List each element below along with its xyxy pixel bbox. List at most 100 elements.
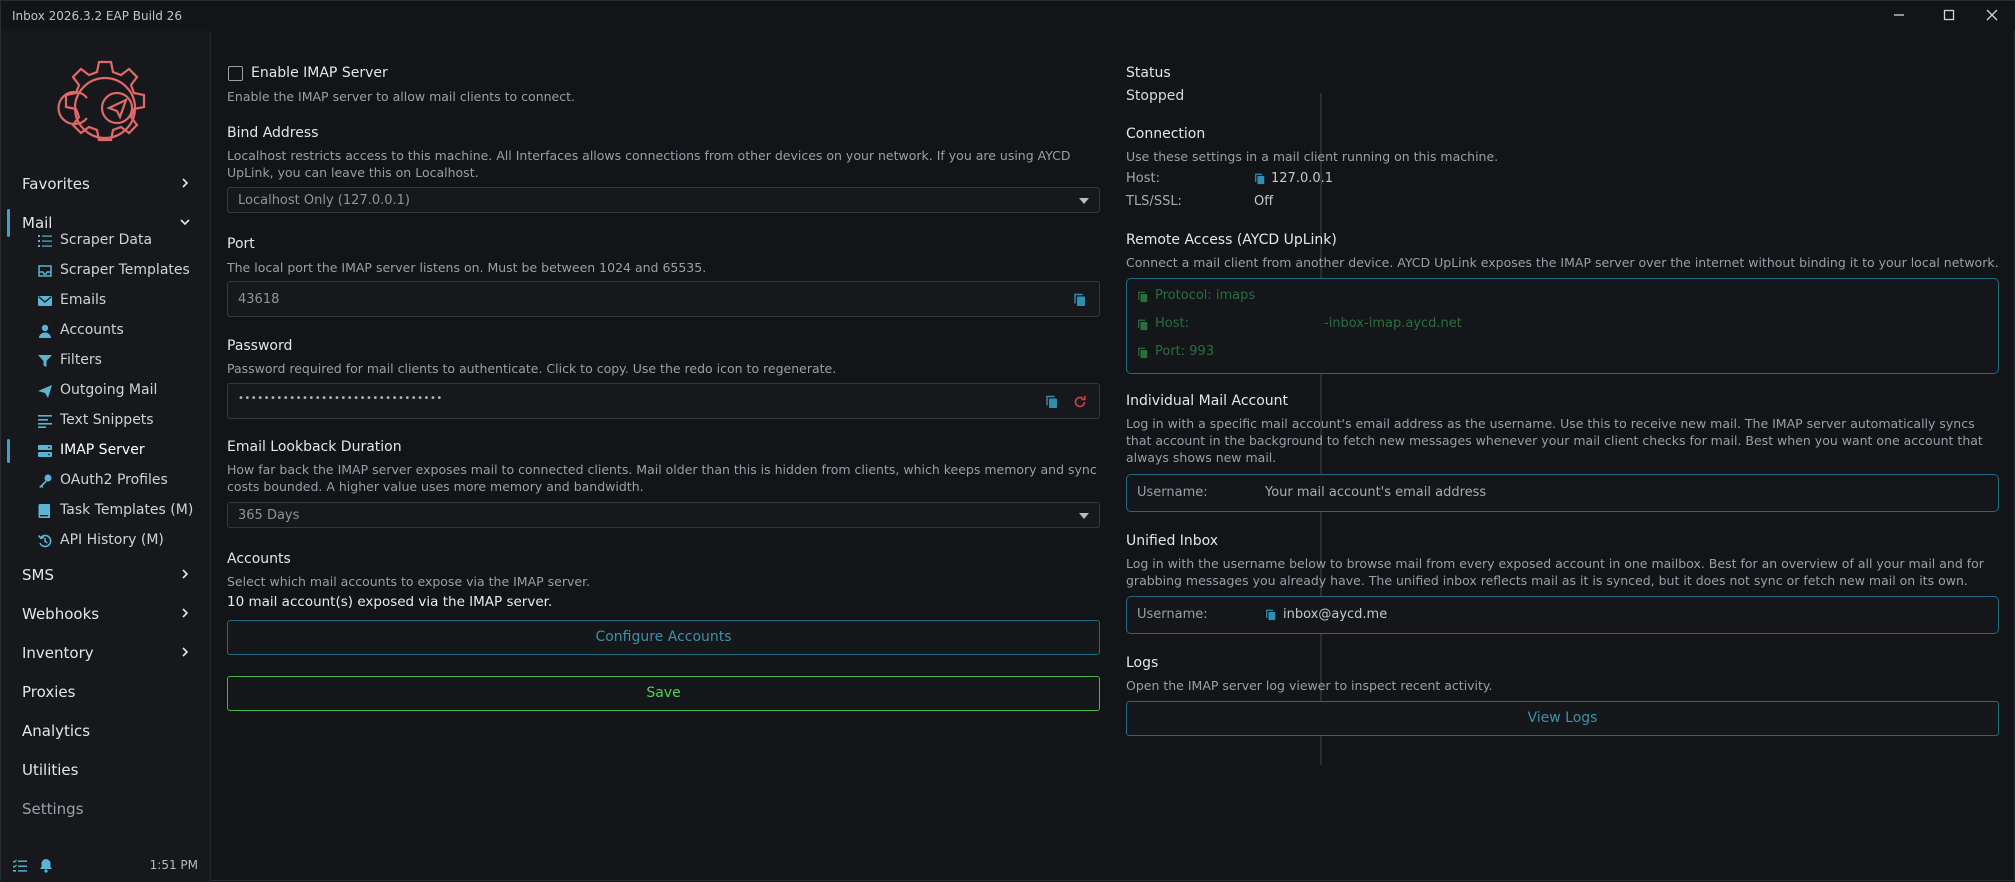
sidebar-item-label: Text Snippets: [60, 412, 154, 428]
password-description: Password required for mail clients to au…: [227, 361, 837, 376]
accounts-count: 10 mail account(s) exposed via the IMAP …: [227, 594, 553, 610]
minimize-icon: [1894, 14, 1904, 16]
copy-icon[interactable]: [1137, 291, 1149, 303]
sidebar-item-outgoing-mail[interactable]: Outgoing Mail: [1, 377, 210, 405]
bell-icon[interactable]: [39, 858, 53, 873]
remote-protocol[interactable]: Protocol: imaps: [1155, 288, 1255, 303]
remote-host-key: Host:: [1155, 316, 1189, 331]
chevron-right-icon: [182, 608, 189, 618]
lookback-value: 365 Days: [238, 508, 300, 523]
nav-proxies-label: Proxies: [22, 683, 76, 701]
sidebar-item-label: Scraper Data: [60, 232, 153, 248]
unified-username-field[interactable]: Username: inbox@aycd.me: [1126, 596, 1999, 634]
sidebar-item-text-snippets[interactable]: Text Snippets: [1, 407, 210, 435]
sidebar-item-label: Accounts: [60, 322, 124, 338]
nav-analytics-label: Analytics: [22, 722, 91, 740]
list-icon: [38, 235, 52, 247]
sidebar-item-label: Task Templates (M): [60, 502, 194, 518]
nav-webhooks[interactable]: Webhooks: [1, 596, 210, 632]
nav-inventory[interactable]: Inventory: [1, 635, 210, 671]
password-title: Password: [227, 338, 293, 354]
host-key: Host:: [1126, 171, 1160, 186]
bind-address-title: Bind Address: [227, 125, 319, 141]
save-button[interactable]: Save: [227, 676, 1100, 711]
server-icon: [38, 445, 52, 457]
connection-title: Connection: [1126, 126, 1206, 142]
unified-username-key: Username:: [1137, 607, 1208, 622]
title-bar: Inbox 2026.3.2 EAP Build 26: [1, 1, 2015, 31]
sidebar-item-filters[interactable]: Filters: [1, 347, 210, 375]
remote-port[interactable]: Port: 993: [1155, 344, 1214, 359]
password-value: ••••••••••••••••••••••••••••••••: [238, 393, 443, 404]
copy-icon[interactable]: [1045, 395, 1059, 409]
funnel-icon: [38, 355, 52, 367]
enable-imap-checkbox[interactable]: [228, 66, 243, 81]
accounts-description: Select which mail accounts to expose via…: [227, 574, 591, 589]
chevron-right-icon: [182, 647, 189, 657]
close-button[interactable]: [1978, 6, 2006, 26]
unified-inbox-title: Unified Inbox: [1126, 533, 1219, 549]
status-title: Status: [1126, 65, 1171, 81]
sidebar-item-label: API History (M): [60, 532, 164, 548]
sidebar-item-label: IMAP Server: [60, 442, 145, 458]
history-icon: [38, 534, 52, 548]
maximize-icon: [1943, 9, 1955, 21]
sidebar-footer: 1:51 PM: [1, 850, 210, 882]
copy-icon[interactable]: [1254, 173, 1266, 185]
password-input[interactable]: ••••••••••••••••••••••••••••••••: [227, 383, 1100, 419]
nav-favorites-label: Favorites: [22, 175, 90, 193]
nav-settings[interactable]: Settings: [1, 791, 210, 827]
chevron-right-icon: [182, 178, 189, 188]
sidebar-item-scraper-data[interactable]: Scraper Data: [1, 227, 210, 255]
main-content: Enable IMAP Server Enable the IMAP serve…: [211, 31, 2014, 880]
lookback-select[interactable]: 365 Days: [227, 502, 1100, 528]
sidebar-item-task-templates[interactable]: Task Templates (M): [1, 497, 210, 525]
nav-proxies[interactable]: Proxies: [1, 674, 210, 710]
inbox-tray-icon: [38, 265, 52, 277]
sidebar-item-api-history[interactable]: API History (M): [1, 527, 210, 555]
chevron-down-icon: [1079, 198, 1089, 204]
remote-access-description: Connect a mail client from another devic…: [1126, 255, 1999, 270]
copy-icon[interactable]: [1137, 319, 1149, 331]
bind-address-description: Localhost restricts access to this machi…: [227, 148, 1071, 180]
sidebar-item-oauth2-profiles[interactable]: OAuth2 Profiles: [1, 467, 210, 495]
view-logs-button[interactable]: View Logs: [1126, 701, 1999, 736]
individual-account-description: Log in with a specific mail account's em…: [1126, 416, 1983, 465]
sidebar-item-emails[interactable]: Emails: [1, 287, 210, 315]
nav-utilities[interactable]: Utilities: [1, 752, 210, 788]
tls-value: Off: [1254, 194, 1274, 209]
clock-time: 1:51 PM: [149, 858, 198, 872]
bind-address-select[interactable]: Localhost Only (127.0.0.1): [227, 187, 1100, 213]
copy-icon[interactable]: [1265, 609, 1277, 621]
nav-webhooks-label: Webhooks: [22, 605, 100, 623]
unified-username-value[interactable]: inbox@aycd.me: [1283, 607, 1387, 622]
sidebar-item-accounts[interactable]: Accounts: [1, 317, 210, 345]
copy-icon[interactable]: [1137, 347, 1149, 359]
nav-analytics[interactable]: Analytics: [1, 713, 210, 749]
configure-accounts-button[interactable]: Configure Accounts: [227, 620, 1100, 655]
task-list-icon[interactable]: [13, 859, 27, 873]
sidebar-item-scraper-templates[interactable]: Scraper Templates: [1, 257, 210, 285]
port-title: Port: [227, 236, 255, 252]
sidebar-item-label: Emails: [60, 292, 107, 308]
enable-imap-label[interactable]: Enable IMAP Server: [251, 65, 388, 81]
person-icon: [39, 324, 51, 338]
port-input[interactable]: 43618: [227, 281, 1100, 317]
minimize-button[interactable]: [1885, 6, 1913, 26]
copy-icon[interactable]: [1073, 293, 1087, 307]
maximize-button[interactable]: [1935, 6, 1963, 26]
remote-host-value[interactable]: -inbox-imap.aycd.net: [1324, 316, 1462, 331]
nav-inventory-label: Inventory: [22, 644, 94, 662]
app-logo-gear-icon: [57, 60, 146, 142]
individual-username-field[interactable]: Username: Your mail account's email addr…: [1126, 474, 1999, 512]
host-value[interactable]: 127.0.0.1: [1271, 171, 1333, 186]
tls-key: TLS/SSL:: [1126, 194, 1182, 209]
redo-icon[interactable]: [1073, 395, 1087, 409]
sidebar-item-imap-server[interactable]: IMAP Server: [1, 437, 210, 465]
nav-favorites[interactable]: Favorites: [1, 166, 210, 202]
paper-plane-icon: [38, 385, 52, 398]
nav-sms[interactable]: SMS: [1, 557, 210, 593]
app-window: Inbox 2026.3.2 EAP Build 26 Favorites Ma…: [0, 0, 2015, 882]
unified-inbox-description: Log in with the username below to browse…: [1126, 556, 1984, 588]
status-value: Stopped: [1126, 88, 1185, 104]
